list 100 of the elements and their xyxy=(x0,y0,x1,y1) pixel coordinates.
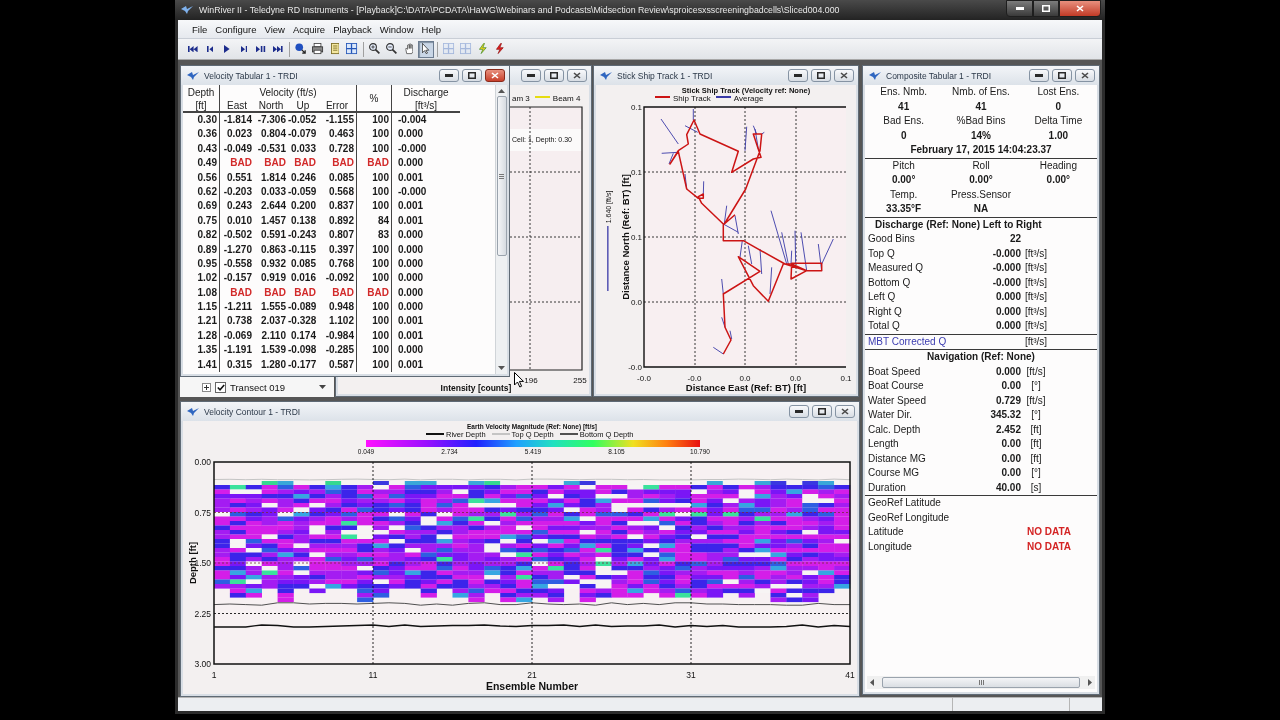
table-cell-text: 1.280 xyxy=(259,357,287,372)
legend-label: am 3 xyxy=(512,94,530,103)
table-cell-text: 0.000 xyxy=(397,242,425,257)
tree-item[interactable]: Transect 019 xyxy=(230,381,286,393)
menu-item[interactable]: Configure xyxy=(211,22,261,36)
vertical-scrollbar[interactable] xyxy=(495,85,507,374)
maximize-button[interactable] xyxy=(1033,0,1059,17)
row-value: 0.000 xyxy=(995,304,1021,319)
table-cell-text: 0.738 xyxy=(225,314,253,329)
unit-label: [s] xyxy=(1030,480,1042,495)
table-cell-text: -1.211 xyxy=(223,300,253,315)
minimize-button[interactable] xyxy=(788,69,808,82)
bird-icon xyxy=(187,71,199,80)
menu-item[interactable]: View xyxy=(260,22,289,36)
table-cell-text: -0.059 xyxy=(288,184,318,199)
row-label: Measured Q xyxy=(868,261,924,275)
row-value: -0.000 xyxy=(992,246,1021,261)
menu-item[interactable]: Playback xyxy=(329,22,376,36)
maximize-button[interactable] xyxy=(812,405,832,418)
row-label: Right Q xyxy=(868,304,902,319)
legend-label: Average xyxy=(733,94,764,103)
unit-label: [ft³/s] xyxy=(1024,275,1048,290)
scrollbar-thumb[interactable] xyxy=(882,677,1080,688)
table-cell: 1.35 xyxy=(183,343,220,358)
tick-label: 31 xyxy=(686,670,696,680)
minimize-icon xyxy=(1035,74,1043,77)
table-cell: 0.36 xyxy=(183,127,220,142)
horizontal-scrollbar[interactable] xyxy=(867,676,1095,689)
table-cell: 100 xyxy=(357,170,392,185)
table-cell-text: -1.191 xyxy=(222,343,253,358)
row-value: 0.000 xyxy=(995,290,1021,304)
table-cell-text: 2.037 xyxy=(259,314,287,329)
row-label: Length xyxy=(868,437,899,451)
unit-label: [ft/s] xyxy=(1026,364,1046,379)
unit-label: [°] xyxy=(1031,379,1041,393)
tick-label: 0.75 xyxy=(194,507,211,518)
table-cell-text: BAD xyxy=(293,156,317,171)
table-cell-text: 0.138 xyxy=(289,213,317,228)
column-header: [ft] xyxy=(183,99,220,113)
minimize-button[interactable] xyxy=(521,69,541,82)
column-header: % xyxy=(357,85,392,113)
maximize-icon xyxy=(468,72,476,79)
hand-icon xyxy=(404,43,414,55)
minimize-button[interactable] xyxy=(789,405,809,418)
table-cell-text: 0.315 xyxy=(225,357,253,372)
maximize-button[interactable] xyxy=(1052,69,1072,82)
row-label[interactable]: MBT Corrected Q xyxy=(868,334,947,349)
close-button[interactable] xyxy=(485,69,505,82)
row-value: 40.00 xyxy=(995,480,1021,495)
row-value: 0.00 xyxy=(1001,379,1021,393)
window-title: WinRiver II - Teledyne RD Instruments - [Playback]C:\DATA\PCDATA\HaWG\Webinars and Podcasts\Midsection Review\sproicesxsscreeningbadcells\Sliced004.000 xyxy=(199,5,840,15)
play-pause-icon xyxy=(256,45,266,53)
table-cell-text: -0.000 xyxy=(397,184,428,199)
row-label: Calc. Depth xyxy=(868,422,921,437)
row-label: Water Speed xyxy=(868,393,926,408)
minimize-button[interactable] xyxy=(1029,69,1049,82)
maximize-button[interactable] xyxy=(811,69,831,82)
menu-item[interactable]: File xyxy=(188,22,212,36)
maximize-icon xyxy=(1058,72,1066,79)
table-cell-text: -7.306 xyxy=(256,113,287,127)
maximize-button[interactable] xyxy=(544,69,564,82)
field-value: 0 xyxy=(900,128,907,143)
pointer-icon xyxy=(422,43,430,55)
field-value: 41 xyxy=(898,99,910,114)
minimize-button[interactable] xyxy=(439,69,459,82)
maximize-button[interactable] xyxy=(462,69,482,82)
table-cell: 100 xyxy=(357,314,392,329)
field-value: 0.00° xyxy=(891,173,916,187)
table-cell-text: 0.000 xyxy=(397,156,425,171)
menu-item[interactable]: Help xyxy=(417,22,446,36)
maximize-icon xyxy=(818,408,826,415)
table-cell: 0.768 xyxy=(318,256,357,272)
table-cell: 0.837 xyxy=(318,199,357,214)
field-label: Ens. Nmb. xyxy=(880,85,927,99)
table-cell-text: -0.157 xyxy=(222,271,253,286)
close-button[interactable] xyxy=(835,405,855,418)
step-back-icon xyxy=(206,45,214,53)
close-button[interactable] xyxy=(1059,0,1101,17)
checkbox[interactable] xyxy=(215,381,226,393)
column-header: Velocity (ft/s) xyxy=(220,85,357,99)
toolbar-button[interactable] xyxy=(418,40,434,58)
table-cell: -0.098 xyxy=(288,343,318,358)
field-label: Delta Time xyxy=(1034,114,1083,128)
column-header: Error xyxy=(318,99,357,113)
row-value: 2.452 xyxy=(995,422,1021,437)
minimize-button[interactable] xyxy=(1006,0,1033,17)
axis-label: Intensity [counts] xyxy=(440,383,512,393)
close-button[interactable] xyxy=(834,69,854,82)
grid-icon xyxy=(346,43,358,55)
close-button[interactable] xyxy=(1075,69,1095,82)
row-label: GeoRef Latitude xyxy=(868,496,941,510)
table-cell-text: -1.270 xyxy=(222,242,253,257)
menu-item[interactable]: Acquire xyxy=(288,22,330,36)
table-cell-text: -0.177 xyxy=(288,357,318,372)
menu-item[interactable]: Window xyxy=(375,22,418,36)
scrollbar-thumb[interactable] xyxy=(496,96,507,256)
field-value: 0.00° xyxy=(969,173,993,187)
close-button[interactable] xyxy=(567,69,587,82)
table-cell: 100 xyxy=(357,113,392,128)
table-cell: 84 xyxy=(357,213,392,229)
